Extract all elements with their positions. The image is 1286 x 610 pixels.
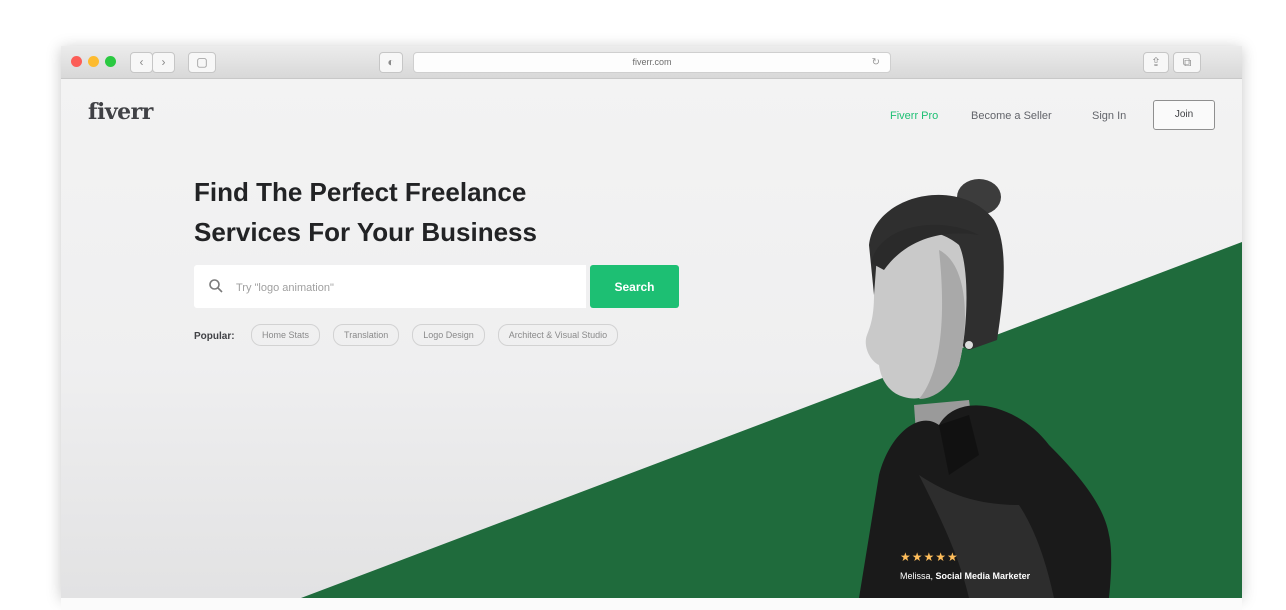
- join-button[interactable]: Join: [1153, 100, 1215, 130]
- share-button[interactable]: ⇪: [1143, 52, 1169, 73]
- rating-stars: ★★★★★: [900, 550, 959, 564]
- minimize-window-button[interactable]: [88, 56, 99, 67]
- popular-tag[interactable]: Translation: [333, 324, 400, 346]
- headline-line-1: Find The Perfect Freelance: [194, 177, 527, 207]
- sidebar-icon: ▢: [196, 55, 208, 69]
- below-fold-strip: [61, 598, 1242, 610]
- hero-person-image: [859, 179, 1112, 598]
- caption-name: Melissa,: [900, 571, 934, 581]
- privacy-icon: ◐: [387, 55, 395, 69]
- nav-sign-in[interactable]: Sign In: [1092, 110, 1126, 122]
- hero-headline: Find The Perfect Freelance Services For …: [194, 172, 614, 252]
- person-caption: Melissa, Social Media Marketer: [900, 571, 1030, 581]
- search-input[interactable]: [234, 265, 578, 310]
- popular-tags: Home Stats Translation Logo Design Archi…: [251, 324, 619, 346]
- caption-role: Social Media Marketer: [935, 571, 1031, 581]
- privacy-button[interactable]: ◐: [379, 52, 403, 73]
- browser-toolbar: ‹ › ▢ ◐ fiverr.com ↻ ⇪ ⧉: [61, 46, 1242, 79]
- maximize-window-button[interactable]: [105, 56, 116, 67]
- fiverr-logo[interactable]: fiverr: [88, 99, 153, 125]
- address-url: fiverr.com: [632, 57, 672, 67]
- search-icon: [209, 279, 223, 293]
- back-arrow-icon: ‹: [139, 55, 144, 69]
- popular-tag[interactable]: Logo Design: [412, 324, 485, 346]
- search-button[interactable]: Search: [590, 265, 679, 308]
- reload-icon[interactable]: ↻: [872, 53, 880, 72]
- popular-tag[interactable]: Architect & Visual Studio: [497, 324, 619, 346]
- tabs-overview-button[interactable]: ⧉: [1173, 52, 1201, 73]
- forward-button[interactable]: ›: [152, 52, 175, 73]
- tabs-icon: ⧉: [1182, 55, 1192, 69]
- address-bar[interactable]: fiverr.com ↻: [413, 52, 891, 73]
- browser-window: ‹ › ▢ ◐ fiverr.com ↻ ⇪ ⧉ fiverr Fiverr P…: [61, 46, 1242, 598]
- share-icon: ⇪: [1150, 55, 1162, 69]
- headline-line-2: Services For Your Business: [194, 217, 537, 247]
- forward-arrow-icon: ›: [161, 55, 166, 69]
- nav-become-seller[interactable]: Become a Seller: [971, 110, 1052, 122]
- search-bar: [194, 265, 586, 310]
- fiverr-homepage: fiverr Fiverr Pro Become a Seller Sign I…: [61, 79, 1242, 598]
- close-window-button[interactable]: [71, 56, 82, 67]
- back-button[interactable]: ‹: [130, 52, 153, 73]
- sidebar-button[interactable]: ▢: [188, 52, 216, 73]
- nav-fiverr-pro[interactable]: Fiverr Pro: [890, 110, 938, 122]
- popular-label: Popular:: [194, 331, 235, 342]
- popular-tag[interactable]: Home Stats: [251, 324, 321, 346]
